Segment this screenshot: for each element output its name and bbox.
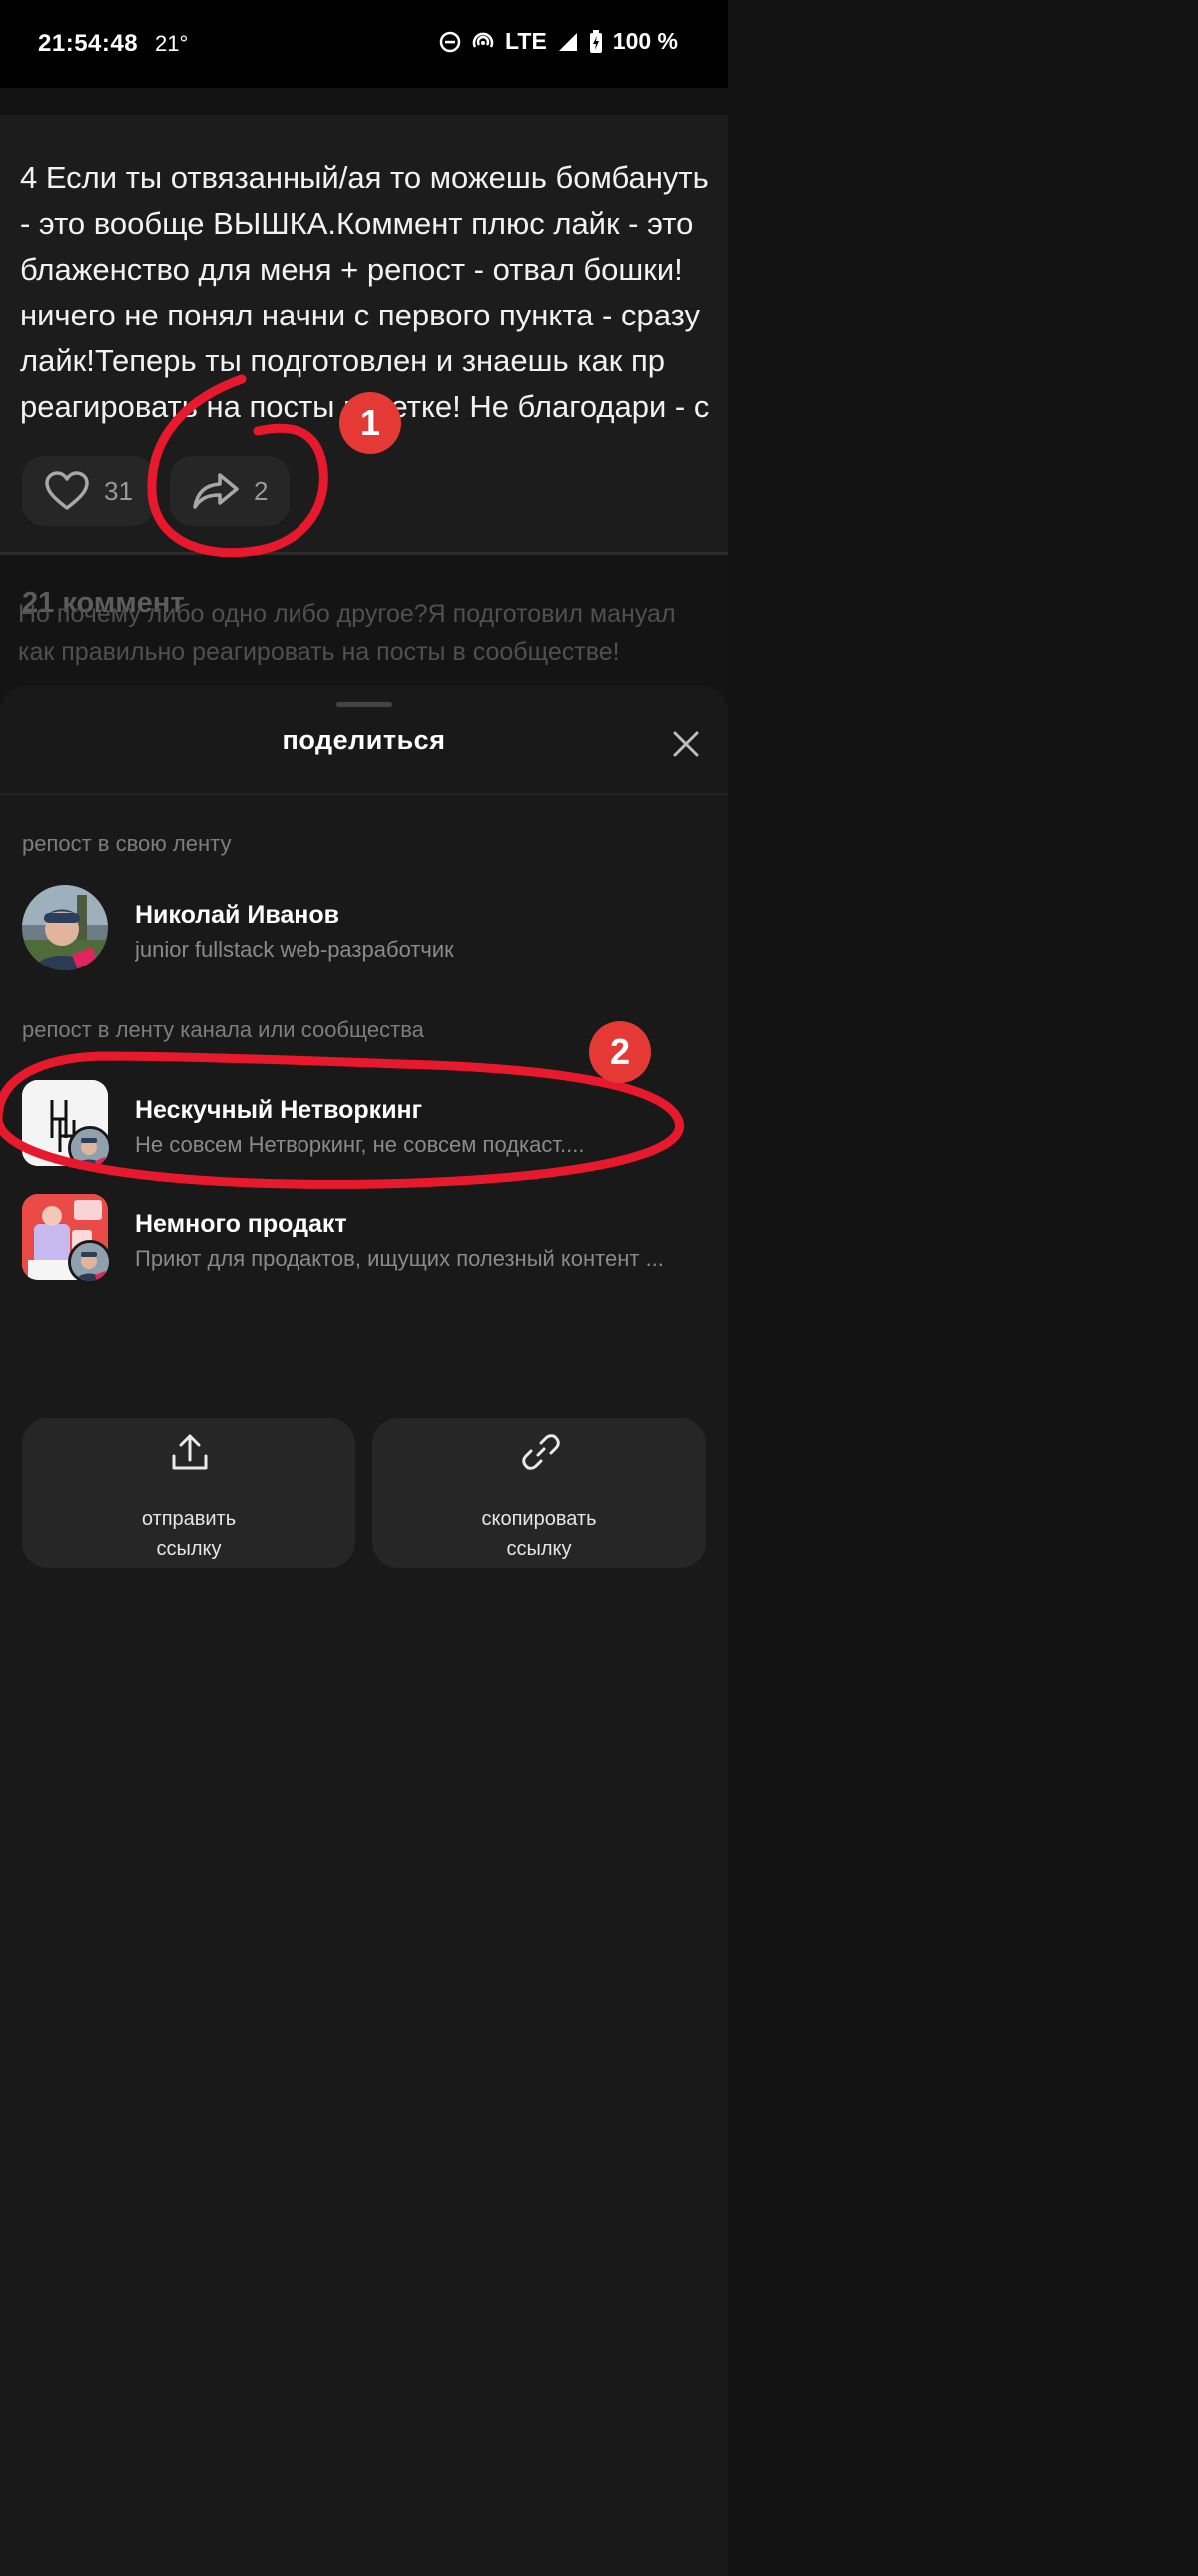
sheet-title: поделиться [282,725,446,755]
user-avatar [22,885,108,970]
like-button[interactable]: 31 [22,456,155,526]
hotspot-icon [472,32,494,48]
channel-subtitle: Приют для продактов, ищущих полезный кон… [135,1246,664,1271]
channel-subtitle: Не совсем Нетворкинг, не совсем подкаст.… [135,1132,585,1157]
owner-avatar [68,1240,112,1284]
channel-item[interactable]: Нескучный Нетворкинг Не совсем Нетворкин… [0,1080,728,1180]
upload-icon [172,1434,208,1470]
section-label-channel-feed: репост в ленту канала или сообщества [22,1017,424,1042]
post-line: - это вообще ВЫШКА.⁠⁠Коммент плюс лайк -… [20,206,694,241]
divider [0,793,728,795]
annotation-badge: 1 [339,392,401,454]
post-line: лайк!⁠⁠Теперь ты подготовлен и знаешь ка… [20,343,665,378]
like-count: 31 [104,475,133,506]
repost-button[interactable]: 2 [170,456,291,526]
signal-icon [558,32,577,51]
send-link-button[interactable]: отправить ссылку [22,1418,355,1568]
user-subtitle: junior fullstack web-разработчик [135,937,454,962]
repost-own-feed-item[interactable]: Николай Иванов junior fullstack web-разр… [0,885,728,984]
network-type: LTE [505,28,547,54]
copy-link-label: скопировать ссылку [481,1508,597,1560]
status-bar: 21:54:48 21° LTE 100 % [0,0,728,88]
heart-icon [45,471,89,510]
channel-item[interactable]: Немного продакт Приют для продактов, ищу… [0,1194,728,1294]
channel-name: Немного продакт [135,1210,347,1238]
annotation-badge: 2 [589,1021,651,1083]
section-label-own-feed: репост в свою ленту [22,831,232,856]
copy-link-button[interactable]: скопировать ссылку [372,1418,706,1568]
post-text: 4 Если ты отвязанный/ая то можешь бомбан… [20,155,728,430]
battery-charging-icon [589,29,602,53]
status-time: 21:54:48 [38,30,139,57]
owner-avatar [68,1126,112,1170]
repost-count: 2 [254,475,269,506]
post-line: ничего не понял начни с первого пункта -… [20,298,700,332]
user-name: Николай Иванов [135,901,340,929]
comment-preview: Но почему либо одно либо другое?⁠⁠Я подг… [18,600,676,666]
do-not-disturb-icon [439,31,461,52]
channel-name: Нескучный Нетворкинг [135,1096,423,1124]
share-sheet: поделиться репост в свою ленту Николай И… [0,685,728,2576]
battery-level: 100 % [612,28,678,54]
post-line: 4 Если ты отвязанный/ая то можешь бомбан… [20,160,709,195]
comments-section: 21 коммент Но почему либо одно либо друг… [0,555,728,695]
post-line: блаженство для меня + репост - отвал бош… [20,252,683,287]
send-link-label: отправить ссылку [141,1508,237,1560]
status-icons: LTE 100 % [439,28,678,55]
share-arrow-icon [193,473,239,509]
link-icon [522,1434,560,1470]
status-temperature: 21° [155,31,189,56]
close-icon[interactable] [667,725,705,763]
drag-handle[interactable] [336,702,392,707]
post-card: 4 Если ты отвязанный/ая то можешь бомбан… [0,115,728,554]
